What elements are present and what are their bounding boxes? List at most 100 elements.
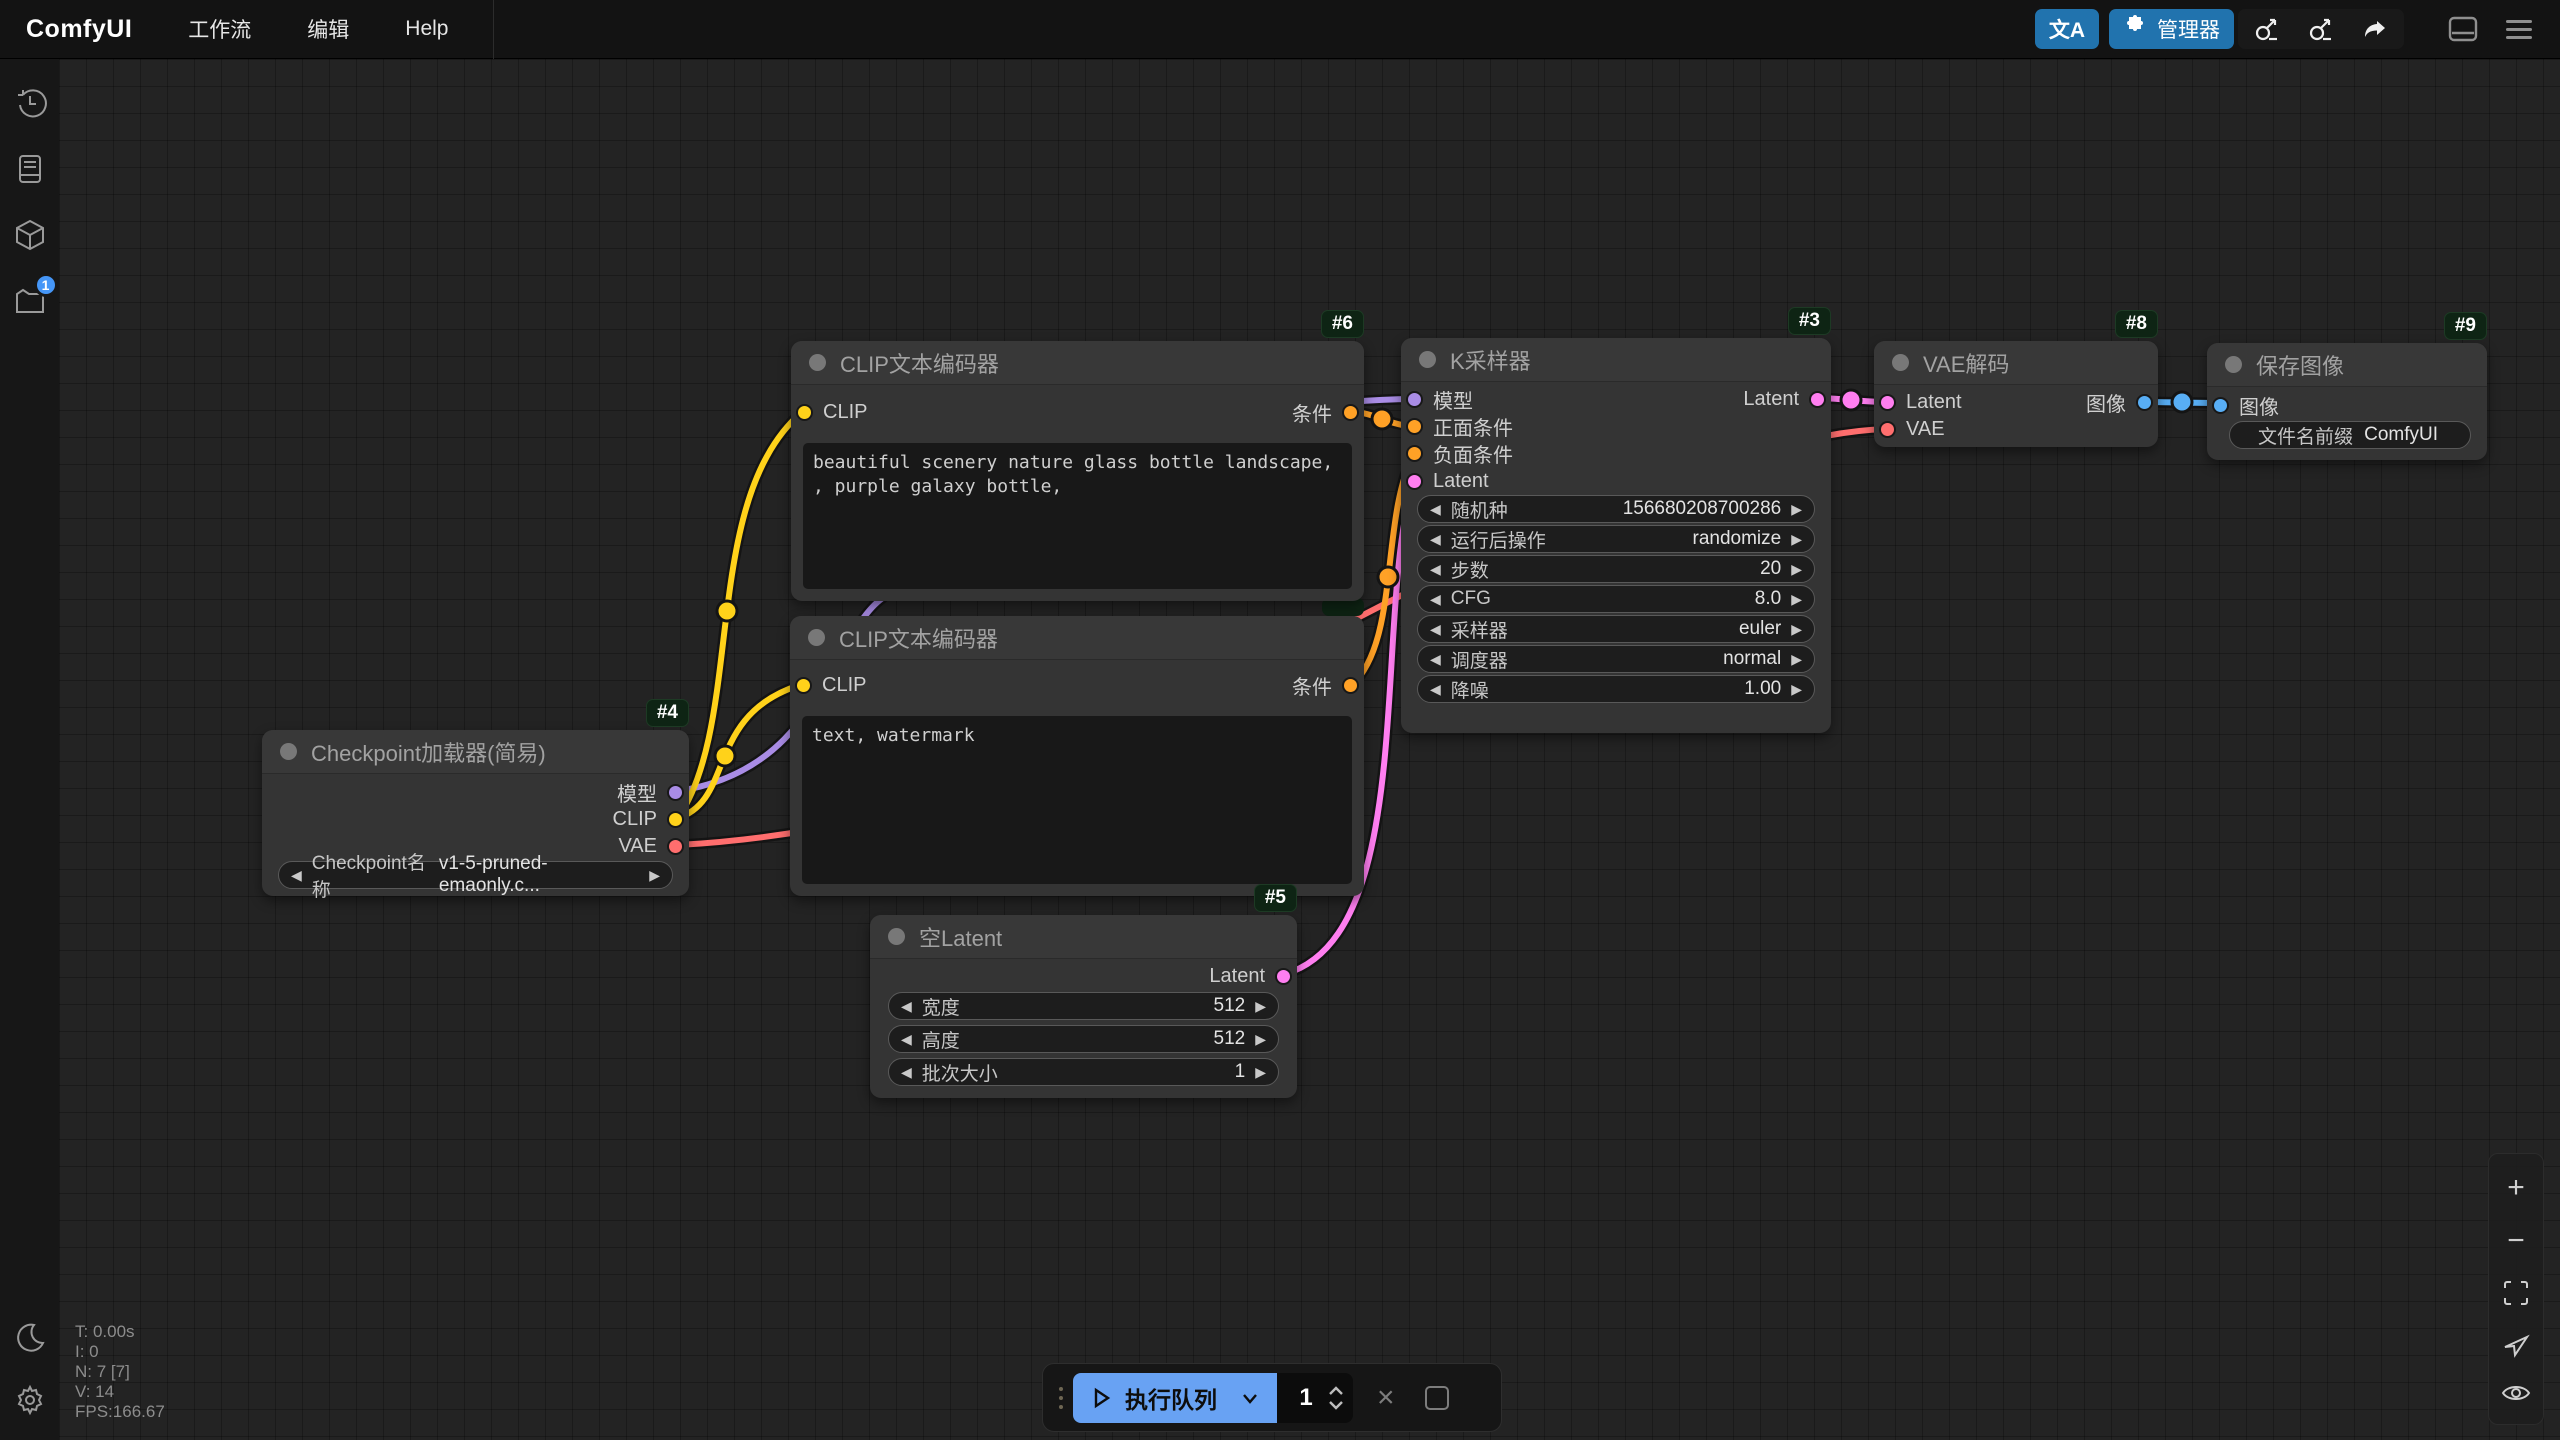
node-header[interactable]: CLIP文本编码器 (791, 341, 1364, 385)
batch-count-input[interactable]: 1 (1277, 1373, 1353, 1423)
widget-right-arrow-icon[interactable]: ▶ (1255, 1032, 1266, 1046)
menu-help[interactable]: Help (405, 17, 448, 41)
node-header[interactable]: 保存图像 (2207, 343, 2487, 387)
collapse-dot[interactable] (888, 928, 905, 945)
stepper-down-icon[interactable] (1327, 1400, 1345, 1410)
widget-steps[interactable]: ◀ 步数 20 ▶ (1417, 555, 1815, 583)
collapse-dot[interactable] (809, 354, 826, 371)
translate-button[interactable]: 文A (2035, 9, 2099, 49)
widget-right-arrow-icon[interactable]: ▶ (1791, 652, 1802, 666)
input-slot-clip[interactable]: CLIP (796, 399, 867, 425)
widget-height[interactable]: ◀ 高度 512 ▶ (888, 1025, 1279, 1053)
widget-sampler-name[interactable]: ◀ 采样器 euler ▶ (1417, 615, 1815, 643)
widget-left-arrow-icon[interactable]: ◀ (901, 1065, 912, 1079)
sidebar-queue-icon[interactable]: 1 (8, 279, 52, 323)
chevron-down-icon[interactable] (1239, 1387, 1261, 1409)
menu-edit[interactable]: 编辑 (307, 14, 349, 44)
menu-workflow[interactable]: 工作流 (188, 14, 251, 44)
widget-ckpt-name[interactable]: ◀ Checkpoint名称 v1-5-pruned-emaonly.c... … (278, 861, 673, 889)
widget-left-arrow-icon[interactable]: ◀ (1430, 592, 1441, 606)
theme-toggle-moon-icon[interactable] (8, 1316, 52, 1360)
negative-prompt-textarea[interactable]: text, watermark (802, 716, 1352, 884)
input-slot-clip[interactable]: CLIP (795, 672, 866, 698)
collapse-dot[interactable] (2225, 356, 2242, 373)
main-menu-icon[interactable] (2496, 9, 2542, 49)
node-header[interactable]: Checkpoint加载器(简易) (262, 730, 689, 774)
conditioning-input-dot[interactable] (1406, 445, 1423, 462)
image-input-dot[interactable] (2212, 397, 2229, 414)
node-save-image[interactable]: #9 保存图像 图像 文件名前缀 ComfyUI (2207, 343, 2487, 460)
widget-right-arrow-icon[interactable]: ▶ (1791, 562, 1802, 576)
output-slot-latent[interactable]: Latent (1209, 963, 1292, 989)
node-header[interactable]: CLIP文本编码器 (790, 616, 1364, 660)
output-slot-conditioning[interactable]: 条件 (1292, 399, 1359, 425)
widget-right-arrow-icon[interactable]: ▶ (649, 868, 660, 882)
widget-left-arrow-icon[interactable]: ◀ (901, 999, 912, 1013)
latent-output-dot[interactable] (1809, 391, 1826, 408)
node-checkpoint-loader[interactable]: #4 Checkpoint加载器(简易) 模型 CLIP VAE ◀ Check… (262, 730, 689, 896)
output-slot-image[interactable]: 图像 (2086, 389, 2153, 415)
node-empty-latent[interactable]: #5 空Latent Latent ◀ 宽度 512 ▶ ◀ 高度 512 ▶ … (870, 915, 1297, 1098)
node-header[interactable]: VAE解码 (1874, 341, 2158, 385)
toggle-links-visibility-icon[interactable] (2501, 1381, 2531, 1405)
input-slot-image[interactable]: 图像 (2212, 392, 2279, 418)
pan-mode-icon[interactable] (2502, 1330, 2530, 1358)
widget-right-arrow-icon[interactable]: ▶ (1791, 682, 1802, 696)
vae-output-dot[interactable] (667, 838, 684, 855)
widget-right-arrow-icon[interactable]: ▶ (1791, 592, 1802, 606)
input-slot-latent[interactable]: Latent (1406, 468, 1489, 494)
node-ksampler[interactable]: #3 K采样器 模型 正面条件 负面条件 Latent Latent ◀ 随机种 (1401, 338, 1831, 733)
output-slot-latent[interactable]: Latent (1743, 386, 1826, 412)
run-queue-button[interactable]: 执行队列 (1073, 1373, 1277, 1423)
unload-models-icon[interactable] (2244, 9, 2290, 49)
collapse-dot[interactable] (280, 743, 297, 760)
clip-output-dot[interactable] (667, 811, 684, 828)
stepper-up-icon[interactable] (1327, 1386, 1345, 1396)
input-slot-positive[interactable]: 正面条件 (1406, 413, 1513, 439)
share-icon[interactable] (2352, 9, 2398, 49)
widget-seed[interactable]: ◀ 随机种 156680208700286 ▶ (1417, 495, 1815, 523)
widget-batch-size[interactable]: ◀ 批次大小 1 ▶ (888, 1058, 1279, 1086)
settings-gear-icon[interactable] (8, 1378, 52, 1422)
widget-left-arrow-icon[interactable]: ◀ (1430, 532, 1441, 546)
output-slot-model[interactable]: 模型 (617, 779, 684, 805)
widget-right-arrow-icon[interactable]: ▶ (1791, 502, 1802, 516)
model-input-dot[interactable] (1406, 391, 1423, 408)
comfyui-logo[interactable]: ComfyUI (26, 15, 132, 44)
node-header[interactable]: 空Latent (870, 915, 1297, 959)
collapse-dot[interactable] (1892, 354, 1909, 371)
sidebar-history-icon[interactable] (8, 81, 52, 125)
input-slot-vae[interactable]: VAE (1879, 416, 1945, 442)
sidebar-node-library-icon[interactable] (8, 147, 52, 191)
latent-input-dot[interactable] (1406, 473, 1423, 490)
widget-left-arrow-icon[interactable]: ◀ (1430, 562, 1441, 576)
positive-prompt-textarea[interactable]: beautiful scenery nature glass bottle la… (803, 443, 1352, 589)
widget-scheduler[interactable]: ◀ 调度器 normal ▶ (1417, 645, 1815, 673)
widget-right-arrow-icon[interactable]: ▶ (1255, 999, 1266, 1013)
widget-left-arrow-icon[interactable]: ◀ (901, 1032, 912, 1046)
widget-left-arrow-icon[interactable]: ◀ (291, 868, 302, 882)
stop-icon[interactable] (1425, 1386, 1449, 1410)
input-slot-negative[interactable]: 负面条件 (1406, 440, 1513, 466)
clip-input-dot[interactable] (796, 404, 813, 421)
image-output-dot[interactable] (2136, 394, 2153, 411)
latent-output-dot[interactable] (1275, 968, 1292, 985)
manager-button[interactable]: 管理器 (2109, 9, 2234, 49)
widget-right-arrow-icon[interactable]: ▶ (1791, 622, 1802, 636)
clip-input-dot[interactable] (795, 677, 812, 694)
collapse-dot[interactable] (1419, 351, 1436, 368)
batch-count-stepper[interactable] (1327, 1386, 1345, 1410)
widget-left-arrow-icon[interactable]: ◀ (1430, 682, 1441, 696)
widget-right-arrow-icon[interactable]: ▶ (1791, 532, 1802, 546)
widget-right-arrow-icon[interactable]: ▶ (1255, 1065, 1266, 1079)
latent-input-dot[interactable] (1879, 394, 1896, 411)
widget-left-arrow-icon[interactable]: ◀ (1430, 652, 1441, 666)
drag-handle[interactable] (1059, 1387, 1063, 1409)
input-slot-latent[interactable]: Latent (1879, 389, 1962, 415)
conditioning-output-dot[interactable] (1342, 404, 1359, 421)
bottom-panel-toggle-icon[interactable] (2440, 9, 2486, 49)
node-vae-decode[interactable]: #8 VAE解码 Latent VAE 图像 (1874, 341, 2158, 447)
widget-cfg[interactable]: ◀ CFG 8.0 ▶ (1417, 585, 1815, 613)
input-slot-model[interactable]: 模型 (1406, 386, 1473, 412)
fit-view-icon[interactable] (2502, 1279, 2530, 1307)
